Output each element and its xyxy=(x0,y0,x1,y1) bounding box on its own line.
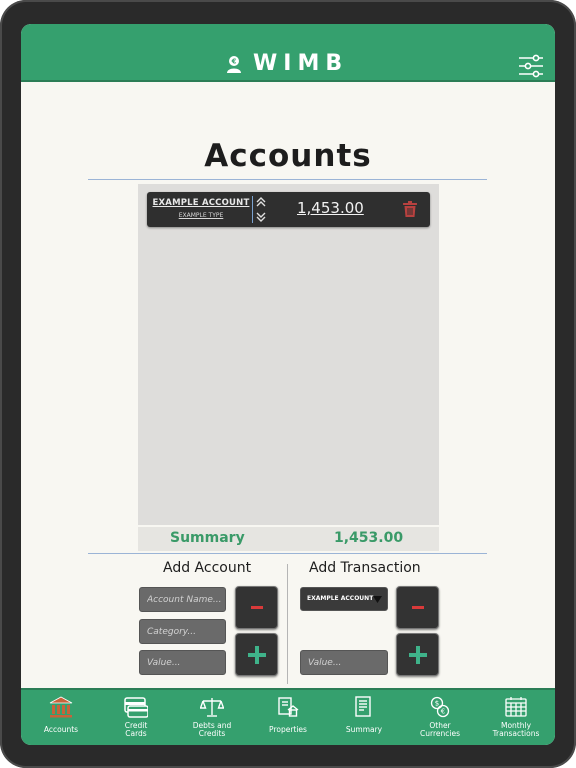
add-account-button[interactable] xyxy=(235,633,278,676)
add-transaction-button[interactable] xyxy=(396,633,439,676)
scales-icon xyxy=(200,698,224,717)
trash-icon[interactable] xyxy=(403,201,417,217)
calendar-icon xyxy=(505,697,527,717)
summary-value: 1,453.00 xyxy=(334,530,404,546)
summary-label: Summary xyxy=(170,530,245,546)
nav-properties[interactable]: Properties xyxy=(250,690,326,745)
account-type[interactable]: EXAMPLE TYPE xyxy=(151,212,251,219)
user-euro-icon: € xyxy=(227,56,241,73)
plus-icon xyxy=(247,645,266,664)
account-name-input[interactable] xyxy=(139,587,226,612)
chevron-down-icon xyxy=(373,596,382,603)
currency-exchange-icon: $ € xyxy=(430,696,450,718)
nav-label-credit-cards: Credit Cards xyxy=(124,721,148,738)
remove-account-button[interactable] xyxy=(235,586,278,629)
form-divider xyxy=(287,564,288,684)
page-title: Accounts xyxy=(204,138,372,174)
account-name[interactable]: EXAMPLE ACCOUNT xyxy=(151,198,251,208)
accounts-list[interactable] xyxy=(138,184,439,525)
account-row[interactable]: EXAMPLE ACCOUNT EXAMPLE TYPE 1,453.00 xyxy=(147,192,430,227)
transaction-account-select[interactable]: EXAMPLE ACCOUNT xyxy=(300,587,388,611)
summary-divider xyxy=(88,553,487,554)
nav-label-summary: Summary xyxy=(345,725,383,734)
tablet-frame: € WIMB Accounts EXAMPLE ACCOUNT EXAMPLE … xyxy=(0,0,576,768)
minus-icon xyxy=(250,606,263,609)
nav-label-debts-and-credits: Debts and Credits xyxy=(192,721,232,738)
svg-text:$: $ xyxy=(435,700,439,708)
nav-debts-and-credits[interactable]: Debts and Credits xyxy=(174,690,250,745)
bottom-nav: Accounts Credit Cards Debts and Credits … xyxy=(21,688,555,745)
nav-label-monthly-transactions: Monthly Transactions xyxy=(492,721,540,738)
title-divider xyxy=(88,179,487,180)
account-value[interactable]: 1,453.00 xyxy=(297,199,364,217)
nav-label-other-currencies: Other Currencies xyxy=(420,721,460,738)
nav-monthly-transactions[interactable]: Monthly Transactions xyxy=(478,690,554,745)
plus-icon xyxy=(408,645,427,664)
nav-accounts[interactable]: Accounts xyxy=(23,690,99,745)
credit-card-icon xyxy=(124,697,148,718)
app-header: € WIMB xyxy=(21,24,555,82)
summary-document-icon xyxy=(355,696,371,717)
sliders-icon[interactable] xyxy=(518,54,544,78)
house-document-icon xyxy=(278,697,299,717)
svg-text:€: € xyxy=(441,708,445,716)
category-input[interactable] xyxy=(139,619,226,644)
transaction-value-input[interactable] xyxy=(300,650,388,675)
subtract-transaction-button[interactable] xyxy=(396,586,439,629)
reorder-arrows-icon[interactable] xyxy=(255,196,267,223)
svg-text:€: € xyxy=(231,58,237,66)
selected-account: EXAMPLE ACCOUNT xyxy=(307,595,374,602)
app-title: WIMB xyxy=(253,51,349,76)
row-divider xyxy=(252,196,253,223)
nav-credit-cards[interactable]: Credit Cards xyxy=(98,690,174,745)
summary-bar: Summary 1,453.00 xyxy=(138,527,439,551)
account-value-input[interactable] xyxy=(139,650,226,675)
bank-icon xyxy=(49,696,73,718)
add-transaction-title: Add Transaction xyxy=(309,560,421,576)
app-screen: € WIMB Accounts EXAMPLE ACCOUNT EXAMPLE … xyxy=(21,24,555,745)
add-account-title: Add Account xyxy=(163,560,252,576)
nav-summary[interactable]: Summary xyxy=(326,690,402,745)
nav-other-currencies[interactable]: $ € Other Currencies xyxy=(402,690,478,745)
nav-label-properties: Properties xyxy=(269,725,307,734)
minus-icon xyxy=(411,606,424,609)
nav-label-accounts: Accounts xyxy=(43,725,79,734)
